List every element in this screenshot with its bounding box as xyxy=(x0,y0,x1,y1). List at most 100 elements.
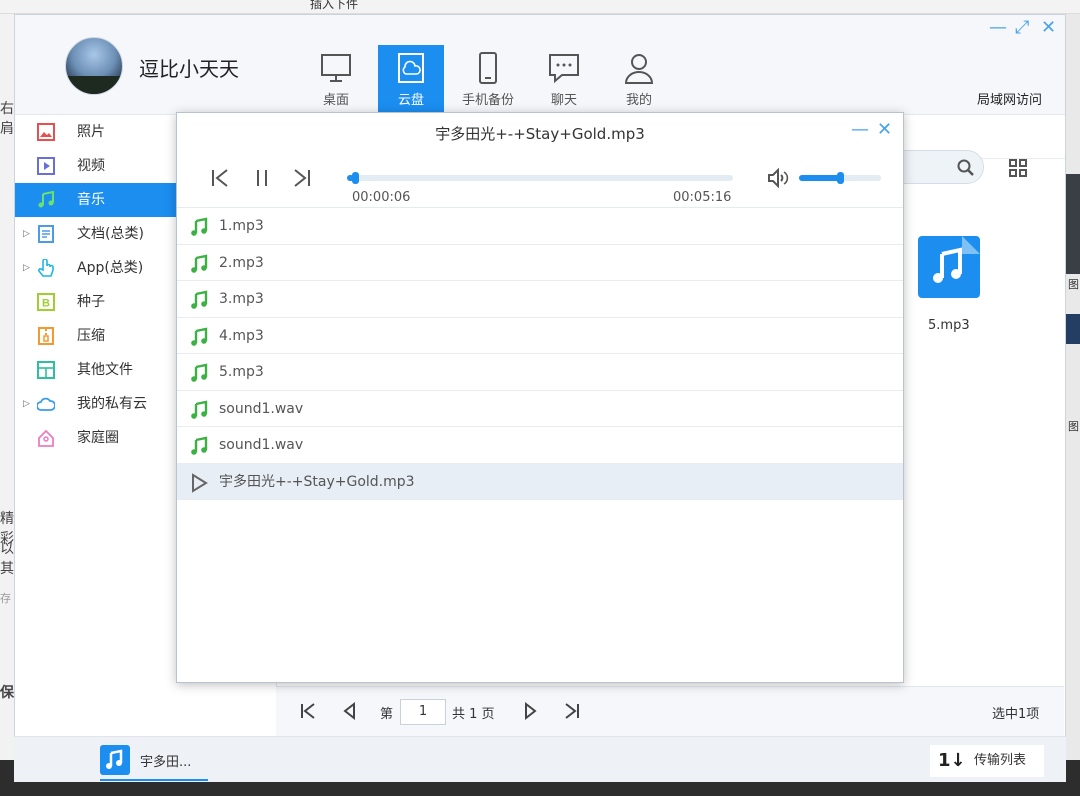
player-close-button[interactable]: ✕ xyxy=(877,119,892,140)
volume-icon[interactable] xyxy=(767,167,789,189)
music-note-icon xyxy=(191,290,208,309)
sidebar-item-label: 照片 xyxy=(77,124,105,140)
tab-desktop[interactable]: 桌面 xyxy=(303,45,369,115)
background-right-fragment: 图 xyxy=(1068,420,1079,433)
background-left-fragment: 右肩 xyxy=(0,101,14,137)
music-note-icon xyxy=(191,436,208,455)
page-number-input[interactable]: 1 xyxy=(400,699,446,725)
grid-view-icon[interactable] xyxy=(1008,158,1028,178)
app-header: — ⤢ ✕ 逗比小天天 桌面 云盘 手机备份 聊天 我的 局域网访问 xyxy=(15,15,1065,115)
background-left-fragment: 存 xyxy=(0,592,11,605)
tab-label: 我的 xyxy=(625,93,652,108)
playlist-item[interactable]: 5.mp3 xyxy=(177,354,903,391)
music-note-icon xyxy=(191,400,208,419)
maximize-button[interactable]: ⤢ xyxy=(1015,19,1029,37)
other-files-icon xyxy=(37,361,55,379)
volume-handle[interactable] xyxy=(837,172,844,184)
document-icon xyxy=(38,225,54,243)
transfer-badge: 1↓ xyxy=(938,750,966,771)
sidebar-item-label: 我的私有云 xyxy=(77,396,147,412)
background-left-fragment: 保 xyxy=(0,685,14,701)
username: 逗比小天天 xyxy=(139,57,239,81)
music-player-dialog: 宇多田光+-+Stay+Gold.mp3 — ✕ 00:00:06 00:05:… xyxy=(176,112,904,683)
tab-mine[interactable]: 我的 xyxy=(606,45,672,115)
sidebar-item-label: 文档(总类) xyxy=(77,226,144,242)
player-title: 宇多田光+-+Stay+Gold.mp3 xyxy=(435,125,645,143)
playlist-item[interactable]: 1.mp3 xyxy=(177,208,903,245)
selected-count: 选中1项 xyxy=(992,707,1040,722)
file-tile-5mp3[interactable] xyxy=(918,236,980,298)
volume-slider[interactable] xyxy=(799,172,881,184)
elapsed-time: 00:00:06 xyxy=(352,190,411,205)
sidebar-item-label: 种子 xyxy=(77,294,105,310)
tab-label: 手机备份 xyxy=(461,93,514,108)
playlist-item-name: 宇多田光+-+Stay+Gold.mp3 xyxy=(219,473,415,490)
playback-progress-slider[interactable] xyxy=(347,172,733,184)
last-page-icon[interactable] xyxy=(562,701,582,721)
close-button[interactable]: ✕ xyxy=(1041,19,1056,37)
transfer-list-button[interactable]: 1↓ 传输列表 xyxy=(930,745,1044,777)
chat-icon xyxy=(549,54,579,84)
sidebar-item-label: 家庭圈 xyxy=(77,430,119,446)
next-track-icon[interactable] xyxy=(291,167,313,189)
playlist-item[interactable]: sound1.wav xyxy=(177,391,903,427)
tab-label: 桌面 xyxy=(322,93,349,108)
tab-label: 聊天 xyxy=(550,93,577,108)
progress-handle[interactable] xyxy=(352,172,360,184)
torrent-icon: B xyxy=(37,293,55,311)
volume-fill xyxy=(799,175,840,181)
video-icon xyxy=(37,157,55,175)
pagination-bar: 第 1 共 1 页 选中1项 xyxy=(276,686,1064,736)
tab-label: 云盘 xyxy=(397,93,424,108)
background-window-left: 右肩 精彩 以其 存 保 xyxy=(0,14,14,760)
expand-arrow-icon[interactable]: ▷ xyxy=(23,251,30,285)
page-total: 共 1 页 xyxy=(452,707,495,722)
background-right-fragment: 图 xyxy=(1068,278,1079,291)
sidebar-item-label: 音乐 xyxy=(77,192,105,208)
first-page-icon[interactable] xyxy=(298,701,318,721)
tab-phone-backup[interactable]: 手机备份 xyxy=(455,45,521,115)
sidebar-item-label: 压缩 xyxy=(77,328,105,344)
file-name: 5.mp3 xyxy=(928,318,970,333)
cloud-disk-icon xyxy=(398,53,424,83)
music-file-icon xyxy=(933,236,980,283)
sidebar-item-label: 其他文件 xyxy=(77,362,133,378)
playlist-item[interactable]: 4.mp3 xyxy=(177,318,903,354)
playlist-item[interactable]: 宇多田光+-+Stay+Gold.mp3 xyxy=(177,463,903,500)
playlist-item-name: 5.mp3 xyxy=(219,364,264,380)
private-cloud-icon xyxy=(37,397,55,411)
prev-page-icon[interactable] xyxy=(340,701,360,721)
search-icon[interactable] xyxy=(957,159,975,177)
music-note-icon xyxy=(191,254,208,273)
now-playing-text[interactable]: 宇多田... xyxy=(140,751,191,770)
lan-access-link[interactable]: 局域网访问 xyxy=(977,89,1042,108)
pause-icon[interactable] xyxy=(251,167,273,189)
playlist-item[interactable]: 3.mp3 xyxy=(177,281,903,318)
playlist-item-name: sound1.wav xyxy=(219,400,304,417)
minimize-button[interactable]: — xyxy=(989,19,1007,37)
playlist-item-name: 3.mp3 xyxy=(219,291,264,307)
page-prefix: 第 xyxy=(380,707,394,722)
app-icon xyxy=(38,259,54,277)
playlist-item[interactable]: 2.mp3 xyxy=(177,245,903,281)
playlist: 1.mp3 2.mp3 3.mp3 4.mp3 5.mp3 sound1.wav sound… xyxy=(177,207,903,500)
tab-cloud-disk[interactable]: 云盘 xyxy=(378,45,444,115)
previous-track-icon[interactable] xyxy=(209,167,231,189)
playlist-item[interactable]: sound1.wav xyxy=(177,427,903,464)
playlist-item-name: sound1.wav xyxy=(219,437,304,453)
total-duration: 00:05:16 xyxy=(673,190,732,205)
next-page-icon[interactable] xyxy=(520,701,540,721)
background-left-fragment: 以其 xyxy=(0,541,14,577)
player-minimize-button[interactable]: — xyxy=(851,119,869,140)
tab-chat[interactable]: 聊天 xyxy=(531,45,597,115)
avatar[interactable] xyxy=(65,37,123,95)
playlist-item-name: 2.mp3 xyxy=(219,254,264,271)
background-toolbar-text: 插入下件 xyxy=(310,0,359,11)
now-playing-thumb[interactable] xyxy=(100,745,130,775)
sidebar-item-label: 视频 xyxy=(77,158,105,174)
now-playing-underline xyxy=(100,779,208,781)
expand-arrow-icon[interactable]: ▷ xyxy=(23,217,30,251)
music-icon xyxy=(106,749,123,769)
background-window-right: 图 图 xyxy=(1066,14,1080,760)
expand-arrow-icon[interactable]: ▷ xyxy=(23,387,30,421)
